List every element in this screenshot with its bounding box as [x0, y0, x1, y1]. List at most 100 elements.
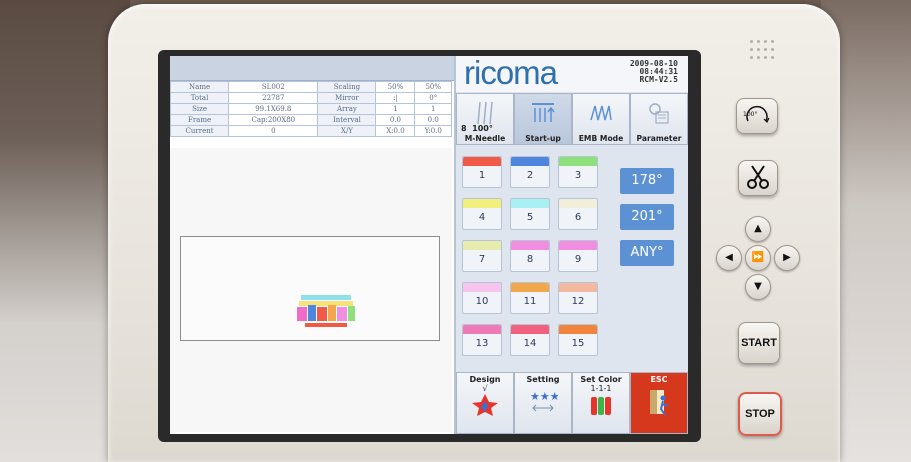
color-sequence: 1-1-1	[590, 384, 612, 393]
info-value: 1	[414, 103, 452, 115]
design-check: √	[482, 384, 488, 393]
info-label: Size	[170, 103, 230, 115]
needle-number: 7	[478, 254, 486, 265]
scissors-icon	[747, 165, 769, 189]
m-needle-label: M-Needle	[464, 134, 506, 143]
set-color-label: Set Color	[580, 375, 622, 384]
info-label: Current	[170, 125, 230, 137]
info-value: 1	[375, 103, 416, 115]
needle-button-9[interactable]: 9	[558, 240, 598, 272]
speed-label: 100°	[743, 111, 758, 118]
arrow-right-button[interactable]: ▶	[774, 245, 800, 271]
stop-button[interactable]: STOP	[738, 392, 782, 436]
design-label: Design	[469, 375, 501, 384]
color-swatch	[511, 157, 549, 166]
needle-number: 3	[574, 170, 582, 181]
esc-button[interactable]: ESC	[630, 372, 688, 434]
setting-button[interactable]: Setting ★★★	[514, 372, 572, 434]
needle-number: 11	[523, 296, 537, 307]
color-swatch	[463, 283, 501, 292]
needle-button-10[interactable]: 10	[462, 282, 502, 314]
start-up-button[interactable]: Start-up	[514, 93, 572, 145]
info-value: X:0.0	[375, 125, 416, 137]
needle-count: 8 100°	[461, 124, 493, 133]
info-value: Cap:200X80	[228, 114, 319, 126]
arrow-down-button[interactable]: ▼	[745, 274, 771, 300]
needle-button-5[interactable]: 5	[510, 198, 550, 230]
needle-button-6[interactable]: 6	[558, 198, 598, 230]
bottom-toolbar: Design √ Setting ★★★ Set Color 1-1-1 ESC	[456, 372, 688, 434]
needle-button-11[interactable]: 11	[510, 282, 550, 314]
info-label: Total	[170, 92, 230, 104]
color-swatch	[559, 199, 597, 208]
design-preview-area[interactable]	[170, 148, 452, 432]
gear-icon	[649, 103, 669, 124]
color-swatch	[559, 241, 597, 250]
svg-text:★★★: ★★★	[530, 390, 558, 403]
info-value: 22787	[228, 92, 319, 104]
info-header	[170, 56, 454, 81]
info-value: 99.1X69.8	[228, 103, 319, 115]
control-panel: ricoma 2009-08-10 08:44:31 RCM-V2.5 8 10…	[456, 56, 688, 434]
needle-button-7[interactable]: 7	[462, 240, 502, 272]
emb-mode-label: EMB Mode	[578, 134, 624, 143]
trim-button[interactable]	[738, 160, 778, 196]
esc-label: ESC	[650, 375, 668, 384]
set-color-button[interactable]: Set Color 1-1-1	[572, 372, 630, 434]
needle-button-13[interactable]: 13	[462, 324, 502, 356]
needle-button-14[interactable]: 14	[510, 324, 550, 356]
needle-button-8[interactable]: 8	[510, 240, 550, 272]
color-swatch	[463, 241, 501, 250]
info-label: Scaling	[317, 81, 377, 93]
needle-button-15[interactable]: 15	[558, 324, 598, 356]
needle-number: 10	[475, 296, 489, 307]
info-value: 0°	[414, 92, 452, 104]
design-button[interactable]: Design √	[456, 372, 514, 434]
info-value: :|	[375, 92, 416, 104]
needle-number: 12	[571, 296, 585, 307]
needle-number: 15	[571, 338, 585, 349]
info-value: 0.0	[414, 114, 452, 126]
startup-frame-icon	[532, 103, 555, 122]
needle-button-2[interactable]: 2	[510, 156, 550, 188]
info-value: 50%	[375, 81, 416, 93]
emb-mode-button[interactable]: EMB Mode	[572, 93, 630, 145]
table-row: Name SL002 Scaling 50% 50%	[170, 81, 452, 93]
start-button[interactable]: START	[738, 322, 780, 364]
needle-button-3[interactable]: 3	[558, 156, 598, 188]
info-label: Interval	[317, 114, 377, 126]
info-value: 50%	[414, 81, 452, 93]
angle-178-button[interactable]: 178°	[620, 168, 674, 194]
needle-button-1[interactable]: 1	[462, 156, 502, 188]
color-swatch	[511, 325, 549, 334]
needle-number: 13	[475, 338, 489, 349]
needle-button-4[interactable]: 4	[462, 198, 502, 230]
needle-button-12[interactable]: 12	[558, 282, 598, 314]
angle-any-button[interactable]: ANY°	[620, 240, 674, 266]
design-info-panel: Name SL002 Scaling 50% 50% Total 22787 M…	[170, 56, 456, 434]
fast-forward-button[interactable]: ⏩	[745, 245, 771, 271]
m-needle-button[interactable]: 8 100° M-Needle	[456, 93, 514, 145]
needle-color-grid: 1 2 3 4 5 6 7 8 9 10 11 12 13 14 15 178°…	[456, 152, 688, 366]
color-swatch	[511, 283, 549, 292]
parameter-label: Parameter	[636, 134, 682, 143]
touch-screen: Name SL002 Scaling 50% 50% Total 22787 M…	[170, 56, 688, 434]
angle-201-button[interactable]: 201°	[620, 204, 674, 230]
color-swatch	[511, 199, 549, 208]
needle-number: 14	[523, 338, 537, 349]
info-label: Mirror	[317, 92, 377, 104]
color-swatch	[463, 325, 501, 334]
arrow-up-button[interactable]: ▲	[745, 216, 771, 242]
zigzag-stitch-icon	[590, 105, 612, 121]
speaker-grille	[750, 40, 774, 64]
table-row: Total 22787 Mirror :| 0°	[170, 92, 452, 104]
color-swatch	[463, 199, 501, 208]
mode-toolbar: 8 100° M-Needle Start-up EMB Mode Parame…	[456, 93, 688, 145]
color-swatch	[463, 157, 501, 166]
embroidery-preview-icon	[297, 295, 355, 327]
hoop-frame	[180, 236, 440, 341]
parameter-button[interactable]: Parameter	[630, 93, 688, 145]
table-row: Current 0 X/Y X:0.0 Y:0.0	[170, 125, 452, 137]
thread-spools-icon	[591, 397, 611, 415]
arrow-left-button[interactable]: ◀	[716, 245, 742, 271]
